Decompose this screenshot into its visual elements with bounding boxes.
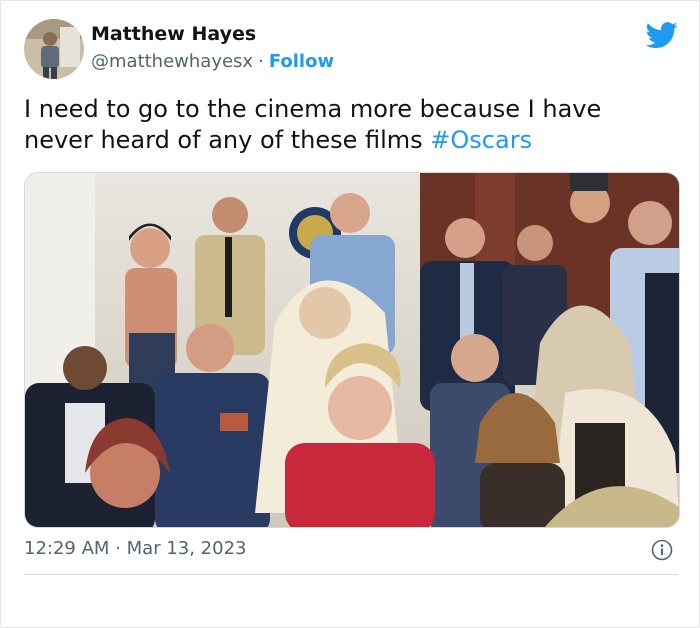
tweet-date: Mar 13, 2023 — [126, 538, 247, 559]
author-handle[interactable]: @matthewhayesx — [91, 51, 253, 72]
handle-row: @matthewhayesx · Follow — [91, 51, 334, 72]
tweet-text: I need to go to the cinema more because … — [24, 94, 664, 156]
info-icon[interactable] — [651, 539, 673, 561]
author-name[interactable]: Matthew Hayes — [91, 23, 256, 45]
tweet-timestamp[interactable]: 12:29 AM · Mar 13, 2023 — [24, 538, 247, 559]
date-separator: · — [115, 538, 121, 559]
divider — [24, 574, 678, 575]
twitter-bird-icon[interactable] — [645, 19, 678, 51]
avatar[interactable] — [24, 19, 84, 79]
hashtag-link[interactable]: #Oscars — [430, 126, 532, 154]
tweet-card: Matthew Hayes @matthewhayesx · Follow I ne… — [0, 0, 700, 628]
tweet-photo[interactable] — [24, 172, 680, 528]
tweet-time: 12:29 AM — [24, 538, 110, 559]
follow-button[interactable]: Follow — [269, 51, 334, 72]
separator-dot: · — [258, 51, 264, 72]
